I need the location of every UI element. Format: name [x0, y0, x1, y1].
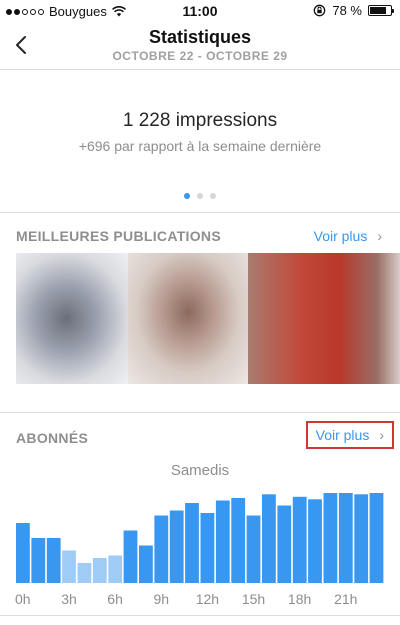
x-tick-label: 18h — [288, 591, 311, 607]
followers-see-more-button[interactable]: Voir plus › — [305, 421, 394, 449]
x-tick-label: 3h — [61, 591, 77, 607]
bar-2h — [46, 538, 61, 583]
bar-16h — [262, 494, 276, 584]
chevron-right-icon: › — [379, 427, 384, 443]
impressions-comparison: +696 par rapport à la semaine dernière — [78, 138, 322, 154]
top-posts-see-more-button[interactable]: Voir plus › — [314, 228, 382, 244]
divider — [0, 212, 400, 213]
x-tick-label: 9h — [154, 591, 170, 607]
status-bar: Bouygues 11:00 78 % — [0, 0, 400, 22]
top-posts-title: MEILLEURES PUBLICATIONS — [16, 228, 221, 244]
bar-18h — [292, 496, 307, 584]
bar-12h — [200, 513, 215, 583]
bar-3h — [62, 550, 76, 583]
battery-level — [370, 7, 386, 14]
bar-4h — [77, 563, 92, 583]
see-more-label: Voir plus — [313, 228, 368, 244]
bar-8h — [139, 545, 153, 583]
followers-title: ABONNÉS — [16, 430, 89, 446]
battery-percentage: 78 % — [332, 3, 362, 18]
bar-21h — [338, 493, 353, 583]
pager-dot[interactable] — [197, 193, 203, 199]
bar-20h — [323, 493, 338, 583]
see-more-label: Voir plus — [315, 427, 370, 443]
bar-17h — [277, 505, 292, 583]
bar-10h — [169, 510, 184, 583]
post-thumbnail[interactable] — [16, 253, 128, 384]
x-tick-label: 15h — [242, 591, 265, 607]
bar-1h — [31, 538, 46, 583]
bar-13h — [215, 500, 230, 583]
x-tick-label: 0h — [15, 591, 31, 607]
x-tick-label: 6h — [107, 591, 123, 607]
bar-0h — [16, 523, 30, 583]
page-title: Statistiques — [148, 27, 252, 47]
chevron-right-icon: › — [377, 228, 382, 244]
page-indicator[interactable] — [0, 193, 400, 199]
chart-title: Samedis — [170, 462, 230, 479]
x-tick-label: 12h — [196, 591, 219, 607]
bar-9h — [154, 515, 169, 583]
rotation-lock-icon — [314, 4, 326, 17]
divider — [0, 615, 400, 616]
bar-23h — [369, 493, 384, 583]
bar-19h — [308, 499, 322, 584]
impressions-count: 1 228 impressions — [122, 110, 278, 131]
top-posts-strip — [16, 253, 400, 384]
post-thumbnail[interactable] — [128, 253, 248, 384]
bar-14h — [231, 498, 246, 583]
status-right: 78 % — [313, 3, 394, 18]
bar-15h — [246, 515, 261, 583]
bar-6h — [108, 555, 123, 583]
battery-tip — [392, 9, 394, 13]
pager-dot[interactable] — [184, 193, 190, 199]
divider — [0, 412, 400, 413]
bar-7h — [123, 530, 138, 583]
bar-22h — [354, 494, 369, 584]
date-range: OCTOBRE 22 - OCTOBRE 29 — [112, 49, 288, 63]
nav-header: Statistiques OCTOBRE 22 - OCTOBRE 29 — [0, 22, 400, 70]
post-thumbnail[interactable] — [248, 253, 400, 384]
x-tick-label: 21h — [334, 591, 357, 607]
bar-5h — [92, 558, 107, 583]
battery-icon — [368, 5, 394, 16]
bar-11h — [185, 503, 199, 583]
pager-dot[interactable] — [210, 193, 216, 199]
